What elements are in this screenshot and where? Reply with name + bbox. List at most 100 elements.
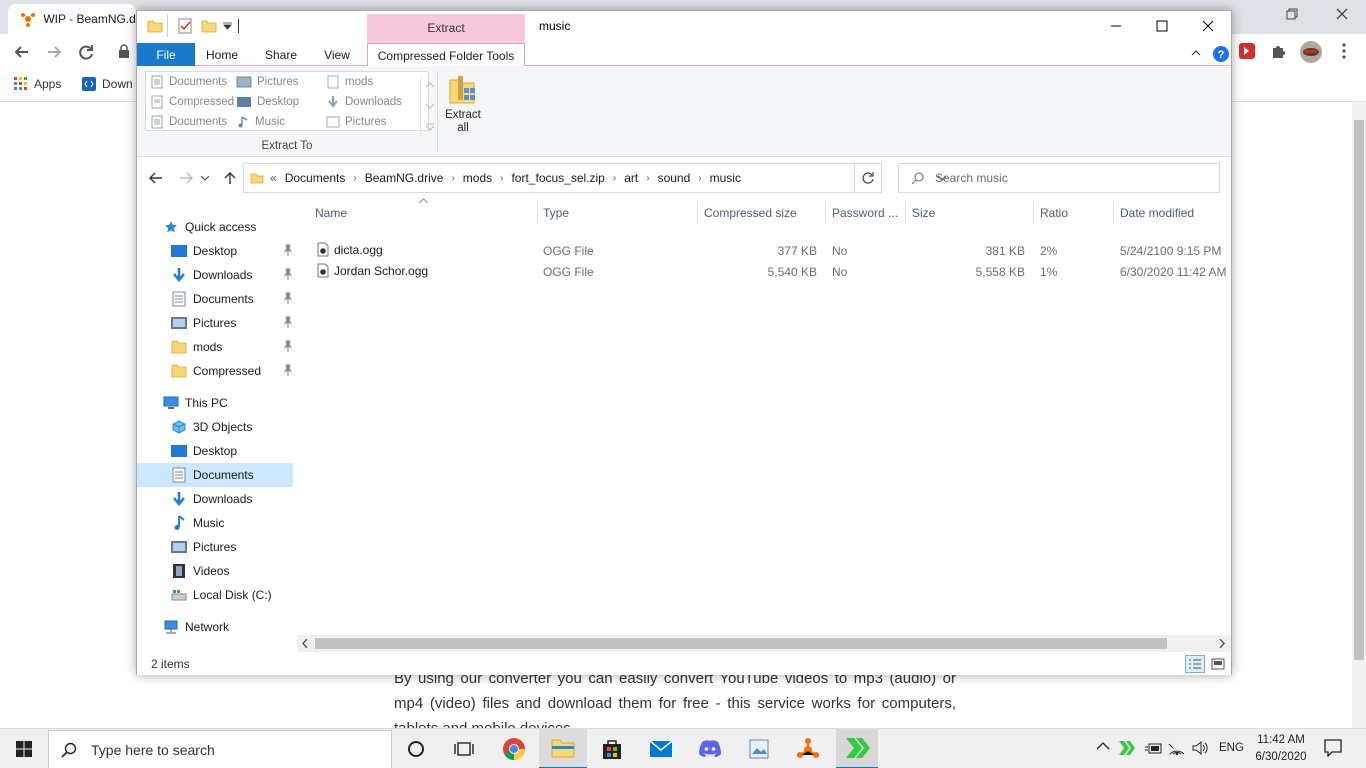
new-folder-icon[interactable] (201, 18, 217, 34)
mail-taskbar-button[interactable] (637, 729, 685, 768)
gallery-up-icon[interactable] (426, 82, 434, 88)
close-button[interactable] (1185, 11, 1231, 41)
gallery-scroll[interactable] (420, 77, 438, 137)
nav-quick-documents[interactable]: Documents (171, 287, 293, 311)
extensions-puzzle-icon[interactable] (1270, 42, 1288, 60)
tab-share[interactable]: Share (253, 43, 309, 66)
beamng-taskbar-button[interactable] (784, 729, 832, 768)
taskbar-search-input[interactable]: Type here to search (91, 742, 215, 758)
column-header-date-modified[interactable]: Date modified (1120, 206, 1194, 220)
nav-pc-music[interactable]: Music (171, 511, 293, 535)
address-bar[interactable]: « Documents › BeamNG.drive › mods › fort_fo… (243, 163, 947, 193)
browser-close-icon[interactable] (1334, 6, 1350, 22)
pin-icon[interactable] (283, 364, 293, 376)
system-clock[interactable]: 11:42 AM 6/30/2020 (1248, 732, 1314, 766)
nav-quick-mods[interactable]: mods (171, 335, 293, 359)
extract-to-pictures[interactable]: Pictures (236, 72, 299, 92)
pin-icon[interactable] (283, 292, 293, 304)
breadcrumb-beamng[interactable]: BeamNG.drive (365, 171, 444, 185)
extract-all-button[interactable]: Extract all (443, 74, 483, 135)
chrome-taskbar-button[interactable] (490, 729, 538, 768)
extract-to-music[interactable]: Music (236, 112, 299, 132)
column-header-ratio[interactable]: Ratio (1040, 206, 1068, 220)
nav-quick-access[interactable]: Quick access (163, 215, 293, 239)
tab-file[interactable]: File (137, 43, 195, 66)
recent-locations-button[interactable] (199, 167, 211, 189)
browser-menu-icon[interactable] (1342, 43, 1346, 59)
nav-pc-desktop[interactable]: Desktop (171, 439, 293, 463)
webpage-scrollbar-thumb[interactable] (1354, 120, 1364, 660)
extract-to-pictures-2[interactable]: Pictures (326, 112, 402, 132)
store-taskbar-button[interactable] (588, 729, 636, 768)
up-button[interactable] (219, 167, 241, 189)
column-header-size[interactable]: Size (912, 206, 935, 220)
column-header-password[interactable]: Password ... (832, 206, 898, 220)
notifications-icon[interactable] (1324, 739, 1342, 757)
breadcrumb-music[interactable]: music (710, 171, 741, 185)
breadcrumb-art[interactable]: art (624, 171, 638, 185)
language-indicator[interactable]: ENG (1219, 742, 1244, 754)
breadcrumb-documents[interactable]: Documents (285, 171, 346, 185)
battery-plug-icon[interactable] (1144, 741, 1162, 757)
nav-3d-objects[interactable]: 3D Objects (171, 415, 293, 439)
pin-icon[interactable] (283, 244, 293, 256)
extract-to-desktop[interactable]: Desktop (236, 92, 299, 112)
browser-tab[interactable]: WIP - BeamNG.dr (8, 4, 136, 34)
gallery-more-icon[interactable] (426, 123, 434, 131)
breadcrumb-overflow[interactable]: « (270, 171, 277, 185)
extract-to-downloads[interactable]: Downloads (326, 92, 402, 112)
search-box[interactable]: Search music (898, 163, 1220, 193)
back-button[interactable] (145, 167, 167, 189)
start-button[interactable] (0, 729, 48, 768)
discord-taskbar-button[interactable] (686, 729, 734, 768)
chevron-right-icon[interactable]: › (698, 173, 701, 184)
bookmark-down[interactable]: Down (82, 77, 133, 91)
nav-network[interactable]: Network (163, 615, 293, 639)
pin-icon[interactable] (283, 340, 293, 352)
properties-icon[interactable] (177, 18, 193, 34)
refresh-button[interactable] (854, 163, 882, 193)
column-header-compressed-size[interactable]: Compressed size (704, 206, 797, 220)
help-icon[interactable]: ? (1213, 46, 1229, 62)
extension-red-icon[interactable] (1238, 42, 1256, 60)
chevron-right-icon[interactable]: › (451, 173, 454, 184)
minimize-button[interactable] (1093, 11, 1139, 41)
breadcrumb-mods[interactable]: mods (463, 171, 492, 185)
extract-to-compressed[interactable]: Compressed (150, 92, 234, 112)
tray-green-app-icon[interactable] (1118, 739, 1136, 757)
table-row[interactable]: Jordan Schor.ogg OGG File 5,540 KB No 5,… (313, 261, 1233, 282)
maximize-button[interactable] (1139, 11, 1185, 41)
cortana-button[interactable] (392, 729, 440, 768)
extract-to-mods[interactable]: mods (326, 72, 402, 92)
pin-icon[interactable] (283, 268, 293, 280)
scroll-left-icon[interactable] (302, 639, 308, 648)
scroll-right-icon[interactable] (1219, 639, 1225, 648)
search-input[interactable]: Search music (935, 171, 1008, 185)
nav-pc-documents[interactable]: Documents (137, 463, 293, 487)
chevron-right-icon[interactable]: › (613, 173, 616, 184)
green-app-taskbar-button[interactable] (836, 729, 878, 768)
nav-local-disk[interactable]: Local Disk (C:) (171, 583, 293, 607)
chevron-right-icon[interactable]: › (353, 173, 356, 184)
volume-icon[interactable] (1192, 740, 1210, 756)
forward-button[interactable] (175, 167, 197, 189)
nav-quick-compressed[interactable]: Compressed (171, 359, 293, 383)
table-row[interactable]: dicta.ogg OGG File 377 KB No 381 KB 2% 5… (313, 240, 1233, 261)
large-icons-view-button[interactable] (1208, 655, 1228, 673)
extract-to-documents-2[interactable]: Documents (150, 112, 234, 132)
qat-dropdown-icon[interactable] (223, 22, 232, 30)
collapse-ribbon-icon[interactable] (1191, 49, 1201, 57)
chevron-right-icon[interactable]: › (646, 173, 649, 184)
breadcrumb-zip[interactable]: fort_focus_sel.zip (511, 171, 604, 185)
browser-reload-icon[interactable] (76, 42, 96, 62)
profile-avatar[interactable] (1300, 41, 1322, 63)
tab-home[interactable]: Home (195, 43, 249, 66)
nav-quick-desktop[interactable]: Desktop (171, 239, 293, 263)
nav-pc-videos[interactable]: Videos (171, 559, 293, 583)
explorer-taskbar-button[interactable] (539, 729, 587, 768)
wifi-icon[interactable] (1168, 740, 1186, 756)
tray-overflow-icon[interactable] (1096, 741, 1110, 751)
extract-to-documents[interactable]: Documents (150, 72, 234, 92)
browser-forward-icon[interactable] (44, 42, 64, 62)
nav-quick-pictures[interactable]: Pictures (171, 311, 293, 335)
